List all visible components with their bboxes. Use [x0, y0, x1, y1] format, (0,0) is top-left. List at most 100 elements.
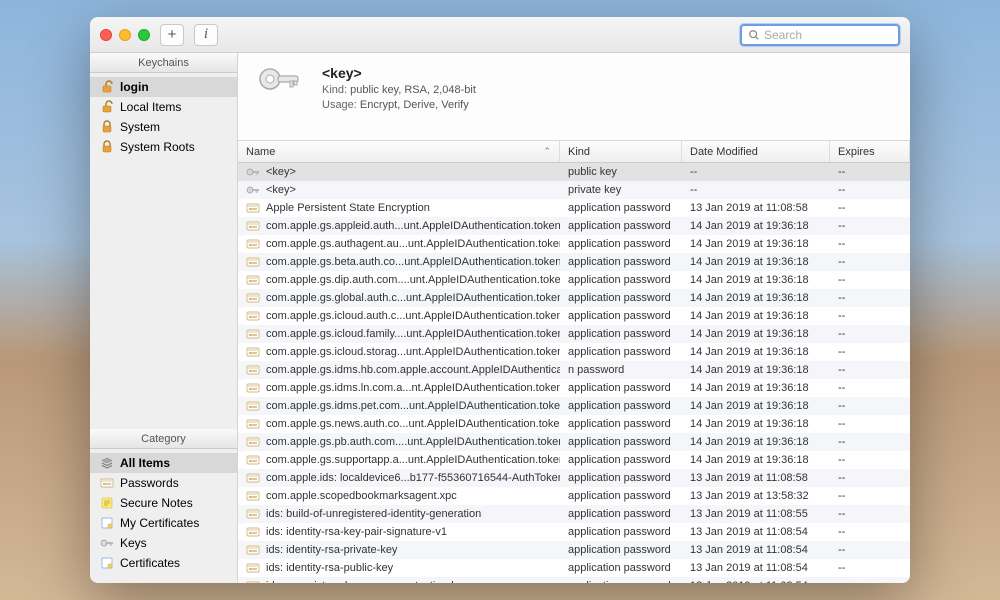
zoom-window-button[interactable]	[138, 29, 150, 41]
table-row[interactable]: ids: identity-rsa-key-pair-signature-v1a…	[238, 523, 910, 541]
info-button[interactable]: i	[194, 24, 218, 46]
row-name: Apple Persistent State Encryption	[266, 202, 430, 214]
keychain-item-system[interactable]: System	[90, 117, 237, 137]
keychains-list: loginLocal ItemsSystem System Roots	[90, 73, 237, 161]
table-row[interactable]: ids: unregistered-message-protection-key…	[238, 577, 910, 583]
table-row[interactable]: com.apple.gs.icloud.auth.c...unt.AppleID…	[238, 307, 910, 325]
row-name: <key>	[266, 184, 296, 196]
category-item-my-certificates[interactable]: My Certificates	[90, 513, 237, 533]
column-header-expires[interactable]: Expires	[830, 141, 910, 162]
keychain-item-login[interactable]: login	[90, 77, 237, 97]
key-icon	[100, 536, 114, 550]
category-item-all-items[interactable]: All Items	[90, 453, 237, 473]
lock-icon	[100, 140, 114, 154]
table-row[interactable]: com.apple.gs.idms.pet.com...unt.AppleIDA…	[238, 397, 910, 415]
category-item-passwords[interactable]: Passwords	[90, 473, 237, 493]
row-kind: application password	[560, 202, 682, 214]
row-date: 14 Jan 2019 at 19:36:18	[682, 364, 830, 376]
table-row[interactable]: com.apple.gs.icloud.storag...unt.AppleID…	[238, 343, 910, 361]
row-name: com.apple.gs.icloud.auth.c...unt.AppleID…	[266, 310, 560, 322]
category-label: All Items	[120, 456, 170, 470]
table-row[interactable]: <key>public key----	[238, 163, 910, 181]
row-kind: application password	[560, 436, 682, 448]
table-row[interactable]: Apple Persistent State Encryption applica…	[238, 199, 910, 217]
search-input[interactable]	[764, 28, 892, 42]
category-label: My Certificates	[120, 516, 199, 530]
main-pane: <key> Kind: public key, RSA, 2,048-bit U…	[238, 53, 910, 583]
table-body[interactable]: <key>public key----<key>private key----A…	[238, 163, 910, 583]
row-date: 13 Jan 2019 at 13:58:32	[682, 490, 830, 502]
row-name: com.apple.gs.global.auth.c...unt.AppleID…	[266, 292, 560, 304]
table-row[interactable]: ids: identity-rsa-public-keyapplication …	[238, 559, 910, 577]
category-item-keys[interactable]: Keys	[90, 533, 237, 553]
detail-title: <key>	[322, 65, 476, 81]
table-row[interactable]: com.apple.ids: localdevice6...b177-f5536…	[238, 469, 910, 487]
column-header-name[interactable]: Name ⌃	[238, 141, 560, 162]
pwd-icon	[246, 345, 260, 359]
row-kind: application password	[560, 562, 682, 574]
row-date: 14 Jan 2019 at 19:36:18	[682, 310, 830, 322]
lock-icon	[100, 80, 114, 94]
table-row[interactable]: com.apple.gs.idms.ln.com.a...nt.AppleIDA…	[238, 379, 910, 397]
column-header-kind[interactable]: Kind	[560, 141, 682, 162]
row-kind: public key	[560, 166, 682, 178]
row-expires: --	[830, 220, 910, 232]
table-row[interactable]: ids: identity-rsa-private-keyapplication…	[238, 541, 910, 559]
table-row[interactable]: com.apple.gs.dip.auth.com....unt.AppleID…	[238, 271, 910, 289]
row-kind: application password	[560, 346, 682, 358]
row-date: 13 Jan 2019 at 11:08:54	[682, 580, 830, 583]
table-row[interactable]: com.apple.gs.beta.auth.co...unt.AppleIDA…	[238, 253, 910, 271]
row-name: com.apple.gs.pb.auth.com....unt.AppleIDA…	[266, 436, 560, 448]
pwd-icon	[246, 399, 260, 413]
pwd-icon	[246, 471, 260, 485]
pwd-icon	[246, 561, 260, 575]
table-row[interactable]: com.apple.gs.news.auth.co...unt.AppleIDA…	[238, 415, 910, 433]
keychain-item-system-roots[interactable]: System Roots	[90, 137, 237, 157]
row-expires: --	[830, 454, 910, 466]
keychain-item-local-items[interactable]: Local Items	[90, 97, 237, 117]
info-icon: i	[204, 26, 208, 43]
row-date: 14 Jan 2019 at 19:36:18	[682, 346, 830, 358]
table-row[interactable]: <key>private key----	[238, 181, 910, 199]
row-date: 14 Jan 2019 at 19:36:18	[682, 382, 830, 394]
row-name: com.apple.gs.authagent.au...unt.AppleIDA…	[266, 238, 560, 250]
row-expires: --	[830, 508, 910, 520]
column-header-date[interactable]: Date Modified	[682, 141, 830, 162]
detail-pane: <key> Kind: public key, RSA, 2,048-bit U…	[238, 53, 910, 141]
close-window-button[interactable]	[100, 29, 112, 41]
pwd-icon	[246, 507, 260, 521]
detail-kind-label: Kind:	[322, 84, 347, 96]
category-label: Certificates	[120, 556, 180, 570]
row-date: --	[682, 166, 830, 178]
row-date: 14 Jan 2019 at 19:36:18	[682, 418, 830, 430]
table-row[interactable]: com.apple.gs.supportapp.a...unt.AppleIDA…	[238, 451, 910, 469]
row-name: com.apple.gs.news.auth.co...unt.AppleIDA…	[266, 418, 560, 430]
minimize-window-button[interactable]	[119, 29, 131, 41]
row-name: com.apple.gs.idms.pet.com...unt.AppleIDA…	[266, 400, 560, 412]
table-row[interactable]: ids: build-of-unregistered-identity-gene…	[238, 505, 910, 523]
row-date: 13 Jan 2019 at 11:08:58	[682, 472, 830, 484]
row-kind: application password	[560, 400, 682, 412]
table-row[interactable]: com.apple.gs.idms.hb.com.apple.account.A…	[238, 361, 910, 379]
search-icon	[748, 29, 760, 41]
row-date: 14 Jan 2019 at 19:36:18	[682, 436, 830, 448]
category-item-certificates[interactable]: Certificates	[90, 553, 237, 573]
add-item-button[interactable]: +	[160, 24, 184, 46]
keychain-label: System Roots	[120, 140, 195, 154]
table-row[interactable]: com.apple.gs.pb.auth.com....unt.AppleIDA…	[238, 433, 910, 451]
row-expires: --	[830, 346, 910, 358]
table-row[interactable]: com.apple.gs.appleid.auth...unt.AppleIDA…	[238, 217, 910, 235]
row-expires: --	[830, 274, 910, 286]
table-row[interactable]: com.apple.gs.authagent.au...unt.AppleIDA…	[238, 235, 910, 253]
table-row[interactable]: com.apple.scopedbookmarksagent.xpcapplic…	[238, 487, 910, 505]
cert-icon	[100, 516, 114, 530]
table-row[interactable]: com.apple.gs.global.auth.c...unt.AppleID…	[238, 289, 910, 307]
table-row[interactable]: com.apple.gs.icloud.family....unt.AppleI…	[238, 325, 910, 343]
pwd-icon	[246, 201, 260, 215]
row-name: com.apple.gs.appleid.auth...unt.AppleIDA…	[266, 220, 560, 232]
row-kind: application password	[560, 472, 682, 484]
category-list: All Items PasswordsSecure Notes My Certifi…	[90, 449, 237, 583]
search-field[interactable]	[740, 24, 900, 46]
key-icon	[246, 183, 260, 197]
category-item-secure-notes[interactable]: Secure Notes	[90, 493, 237, 513]
